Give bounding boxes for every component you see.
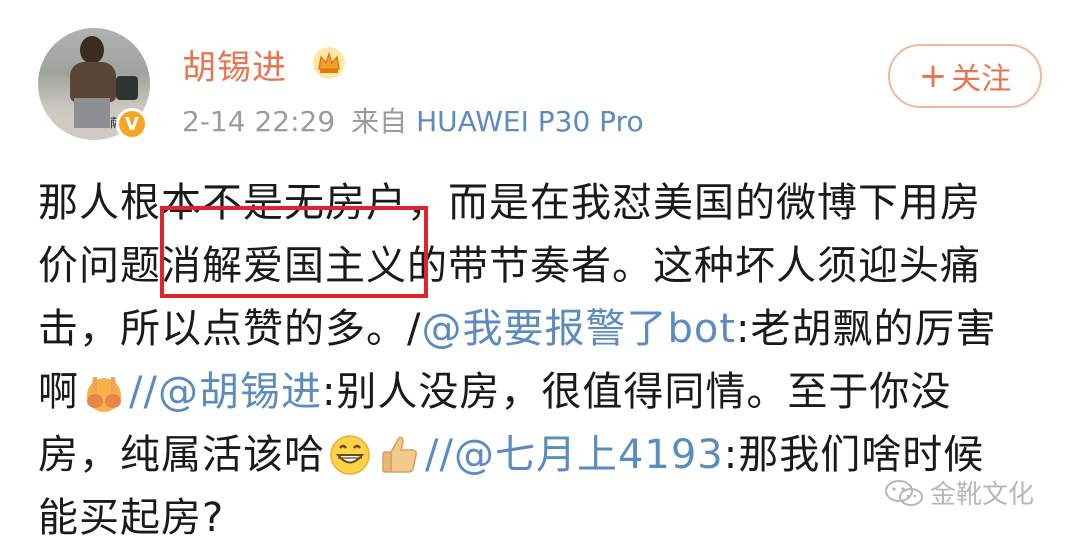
post-timestamp: 2-14 22:29 [182, 105, 336, 138]
avatar-person-body [70, 62, 116, 102]
content-text: :别人没房，很值得同情。至于你没 [321, 369, 952, 415]
content-separator: // [425, 432, 454, 478]
post-meta: 2-14 22:29 来自 HUAWEI P30 Pro [182, 100, 644, 140]
avatar-person-legs [74, 98, 110, 128]
crown-icon [313, 47, 345, 79]
content-text: :老胡飘的厉害 [736, 306, 997, 352]
content-text: 击，所以点赞的多。/ [38, 306, 422, 352]
watermark-text: 金靴文化 [930, 480, 1035, 510]
mention-link[interactable]: @胡锡进 [158, 369, 322, 415]
source-prefix: 来自 [351, 105, 408, 138]
content-text: 啊 [38, 369, 79, 415]
author-name[interactable]: 胡锡进 [182, 40, 287, 89]
mention-link[interactable]: @我要报警了bot [421, 306, 736, 352]
avatar-bag [116, 76, 138, 100]
content-line: 啊 //@胡锡进:别人没房，很值得同情。至于你没 [38, 361, 1038, 424]
avatar-person-head [80, 36, 104, 64]
plus-icon: + [918, 56, 948, 96]
mention-link[interactable]: @七月上4193 [454, 432, 724, 478]
peace-hands-emoji-icon [87, 377, 121, 412]
verified-badge-icon: V [116, 108, 148, 140]
wechat-icon [885, 479, 923, 506]
content-text: 房，纯属活该哈 [38, 432, 325, 478]
follow-button[interactable]: + 关注 [888, 44, 1042, 108]
highlight-box [160, 206, 428, 298]
thumbs-up-emoji-icon [382, 436, 417, 473]
content-text: :那我们啥时候 [723, 432, 985, 478]
device-link[interactable]: HUAWEI P30 Pro [416, 105, 644, 138]
watermark: 金靴文化 [884, 474, 1034, 511]
grin-emoji-icon [330, 435, 370, 475]
content-line: 击，所以点赞的多。/@我要报警了bot:老胡飘的厉害 [38, 298, 1038, 361]
author-avatar-container[interactable]: 萨卦 V [38, 28, 150, 140]
follow-label: 关注 [951, 62, 1012, 97]
content-separator: // [129, 369, 158, 415]
